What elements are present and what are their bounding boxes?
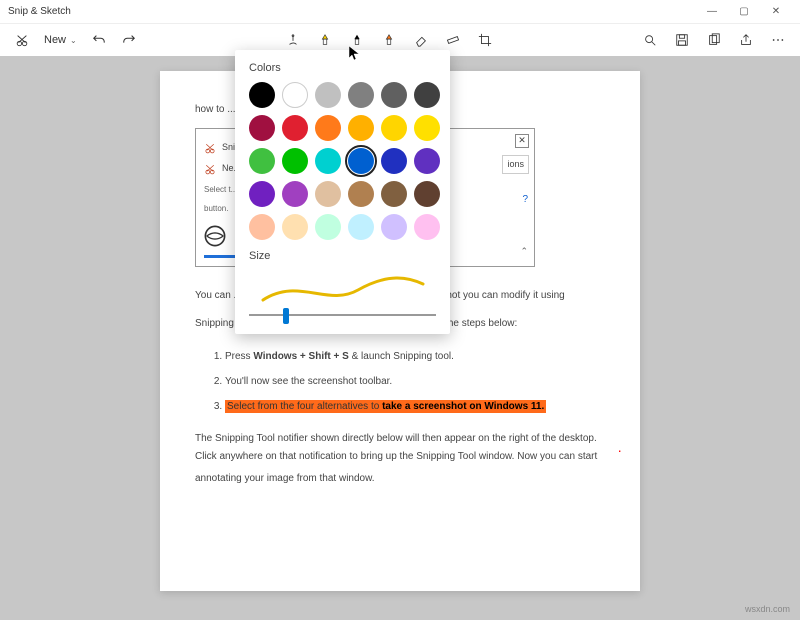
- color-swatch[interactable]: [414, 214, 440, 240]
- watermark: wsxdn.com: [745, 604, 790, 614]
- color-swatch[interactable]: [315, 82, 341, 108]
- color-swatch[interactable]: [249, 148, 275, 174]
- color-swatch[interactable]: [381, 181, 407, 207]
- step-3: Select from the four alternatives to tak…: [225, 398, 605, 415]
- para-3: The Snipping Tool notifier shown directl…: [195, 430, 605, 491]
- new-button[interactable]: New ⌄: [38, 27, 83, 53]
- color-swatch[interactable]: [249, 82, 275, 108]
- close-button[interactable]: ✕: [760, 0, 792, 24]
- color-swatch[interactable]: [315, 214, 341, 240]
- color-swatch[interactable]: [381, 115, 407, 141]
- collapse-icon[interactable]: ⌃: [520, 244, 528, 259]
- color-swatch[interactable]: [282, 148, 308, 174]
- help-icon[interactable]: ?: [522, 191, 528, 208]
- color-swatch[interactable]: [414, 82, 440, 108]
- red-dot-annotation: ·: [617, 442, 622, 458]
- colors-title: Colors: [249, 62, 436, 74]
- color-swatch[interactable]: [249, 115, 275, 141]
- share-button[interactable]: [732, 27, 760, 53]
- sb-select-text: Select t...: [204, 183, 237, 197]
- zoom-button[interactable]: [636, 27, 664, 53]
- color-swatch[interactable]: [315, 181, 341, 207]
- color-swatch[interactable]: [414, 181, 440, 207]
- more-button[interactable]: [764, 27, 792, 53]
- step-1: Press Windows + Shift + S & launch Snipp…: [225, 348, 605, 365]
- steps-list: Press Windows + Shift + S & launch Snipp…: [225, 348, 605, 415]
- crop-button[interactable]: [471, 27, 499, 53]
- slider-thumb[interactable]: [283, 308, 289, 324]
- sb-options[interactable]: ions: [502, 155, 529, 174]
- step-2: You'll now see the screenshot toolbar.: [225, 373, 605, 390]
- chevron-down-icon: ⌄: [70, 36, 77, 45]
- redo-button[interactable]: [115, 27, 143, 53]
- color-swatch[interactable]: [315, 148, 341, 174]
- color-swatch[interactable]: [414, 115, 440, 141]
- color-swatch[interactable]: [249, 214, 275, 240]
- maximize-button[interactable]: ▢: [728, 0, 760, 24]
- sb-close-icon[interactable]: ✕: [515, 134, 529, 148]
- globe-icon: [204, 225, 226, 247]
- color-swatch[interactable]: [282, 115, 308, 141]
- color-swatch[interactable]: [348, 181, 374, 207]
- color-swatch[interactable]: [381, 82, 407, 108]
- color-swatch[interactable]: [282, 82, 308, 108]
- color-swatch[interactable]: [348, 214, 374, 240]
- new-label: New: [44, 34, 66, 46]
- color-picker-popup: Colors Size: [235, 50, 450, 334]
- size-title: Size: [249, 250, 436, 262]
- color-swatch[interactable]: [381, 214, 407, 240]
- color-swatch[interactable]: [282, 214, 308, 240]
- color-swatch[interactable]: [282, 181, 308, 207]
- minimize-button[interactable]: —: [696, 0, 728, 24]
- color-swatch[interactable]: [348, 148, 374, 174]
- titlebar: Snip & Sketch — ▢ ✕: [0, 0, 800, 24]
- swatch-grid: [249, 82, 436, 240]
- app-title: Snip & Sketch: [8, 6, 71, 17]
- undo-button[interactable]: [85, 27, 113, 53]
- color-swatch[interactable]: [348, 82, 374, 108]
- size-slider[interactable]: [249, 314, 436, 316]
- copy-button[interactable]: [700, 27, 728, 53]
- save-button[interactable]: [668, 27, 696, 53]
- color-swatch[interactable]: [249, 181, 275, 207]
- sb-button-text: button.: [204, 202, 228, 216]
- color-swatch[interactable]: [381, 148, 407, 174]
- size-preview: [249, 270, 436, 310]
- color-swatch[interactable]: [414, 148, 440, 174]
- snip-icon[interactable]: [8, 27, 36, 53]
- color-swatch[interactable]: [315, 115, 341, 141]
- color-swatch[interactable]: [348, 115, 374, 141]
